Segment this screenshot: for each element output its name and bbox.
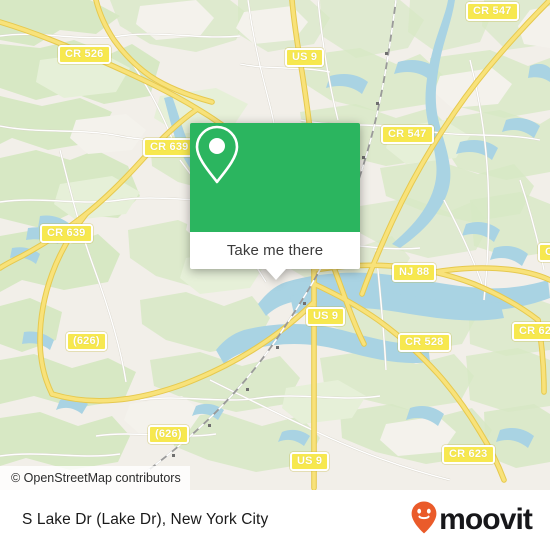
take-me-there-button[interactable]: Take me there	[190, 232, 360, 269]
road-shield: NJ 88	[392, 263, 437, 282]
location-popup-card[interactable]: Take me there	[190, 123, 360, 280]
popup-tail	[266, 269, 286, 280]
map-canvas[interactable]: CR 526 US 9 CR 547 CR 639 CR 547 CR 639 …	[0, 0, 550, 490]
moovit-map-screenshot: CR 526 US 9 CR 547 CR 639 CR 547 CR 639 …	[0, 0, 550, 550]
location-title: S Lake Dr (Lake Dr), New York City	[22, 511, 269, 528]
road-shield: CR 623	[442, 445, 495, 464]
road-shield: US 9	[306, 307, 346, 326]
moovit-logo[interactable]: moovit	[411, 501, 533, 539]
road-shield: CR 639	[40, 224, 93, 243]
road-shield: (626)	[66, 332, 107, 351]
road-shield: CR 639	[143, 138, 196, 157]
road-shield: US 9	[290, 452, 330, 471]
road-shield: CR 526	[58, 45, 111, 64]
popup-image-placeholder	[190, 123, 360, 232]
moovit-pin-smiley-icon	[411, 501, 437, 539]
road-shield: CR 547	[466, 2, 519, 21]
moovit-wordmark: moovit	[439, 503, 533, 536]
road-shield: (626)	[148, 425, 189, 444]
road-shield: C	[538, 243, 550, 262]
road-shield: CR 547	[381, 125, 434, 144]
road-shield: CR 623	[512, 322, 550, 341]
footer-bar: S Lake Dr (Lake Dr), New York City moovi…	[0, 490, 550, 550]
road-shield: US 9	[285, 48, 325, 67]
map-attribution[interactable]: © OpenStreetMap contributors	[0, 466, 190, 490]
road-shield: CR 528	[398, 333, 451, 352]
